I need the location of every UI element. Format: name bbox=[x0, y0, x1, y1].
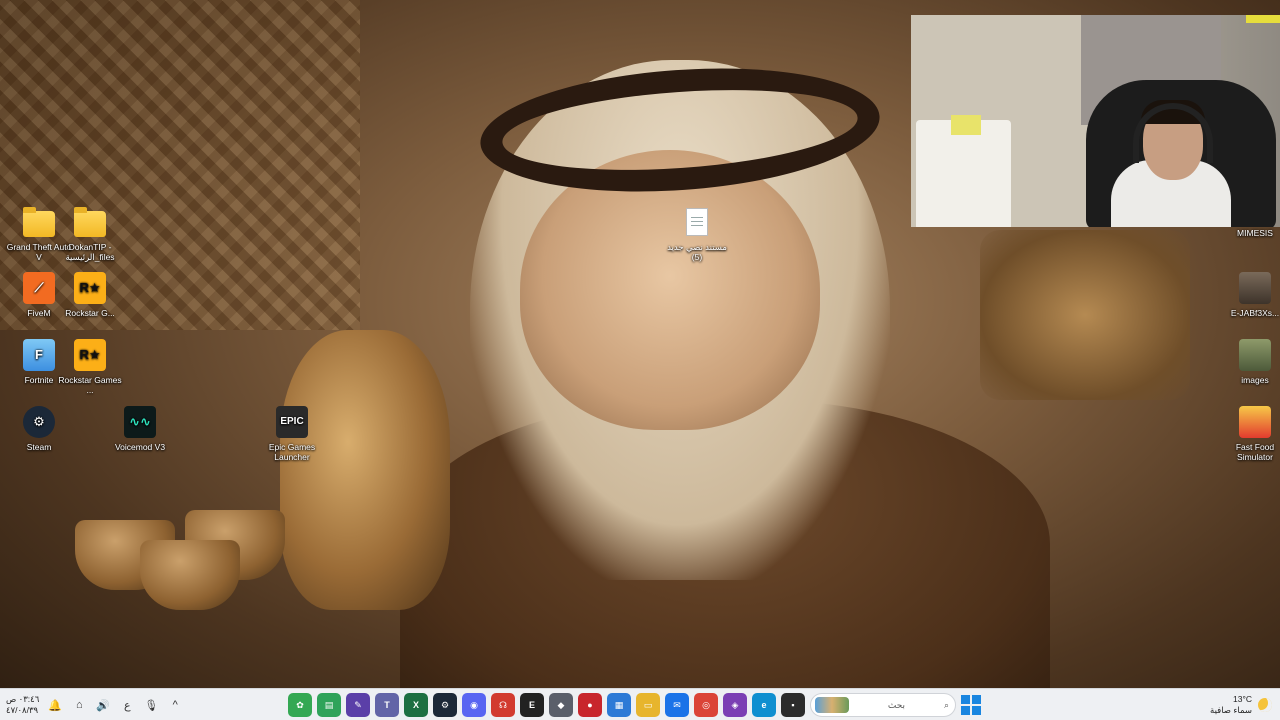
desktop-icon-voicemod[interactable]: ∿∿ Voicemod V3 bbox=[105, 406, 175, 452]
desktop-icon-label: images bbox=[1241, 375, 1269, 385]
store-app-icon[interactable]: ▦ bbox=[607, 693, 631, 717]
language-indicator[interactable]: ع bbox=[119, 697, 135, 713]
notes-app-icon[interactable]: ▤ bbox=[317, 693, 341, 717]
clock-date: ٤٧/٠٨/٣٩ bbox=[6, 705, 39, 715]
volume-icon[interactable]: 🔊 bbox=[95, 697, 111, 713]
network-icon[interactable]: ⌂ bbox=[71, 697, 87, 713]
discord-app-icon[interactable]: ◉ bbox=[462, 693, 486, 717]
explorer-app-icon[interactable]: ▭ bbox=[636, 693, 660, 717]
webcam-bag-tag bbox=[951, 115, 981, 135]
webcam-yellow-corner bbox=[1246, 15, 1280, 23]
desktop-icon-fast-food-simulator[interactable]: Fast Food Simulator bbox=[1220, 406, 1280, 462]
microphone-icon[interactable]: 🎙 bbox=[143, 697, 159, 713]
show-hidden-icons-chevron-icon[interactable]: ^ bbox=[167, 697, 183, 713]
epic-games-icon: EPIC bbox=[276, 406, 308, 438]
windows-logo-pane bbox=[972, 695, 981, 704]
desktop-icon-dokan[interactable]: DokanTIP - الرئيسية_files bbox=[55, 207, 125, 262]
desktop-icon-label: Steam bbox=[26, 442, 52, 452]
fortnite-icon: F bbox=[23, 339, 55, 371]
search-placeholder: بحث bbox=[887, 699, 906, 710]
search-icon: ⌕ bbox=[943, 699, 949, 710]
wallpaper-figure-face bbox=[520, 150, 820, 430]
windows-logo-pane bbox=[961, 706, 970, 715]
desktop-icon-label: DokanTIP - الرئيسية_files bbox=[65, 242, 115, 262]
desktop-icon-mimesis[interactable]: MIMESIS bbox=[1220, 228, 1280, 238]
pen-app-icon[interactable]: ✎ bbox=[346, 693, 370, 717]
weather-widget[interactable]: 13°C سماء صافية bbox=[1210, 692, 1272, 718]
weather-temp: 13°C bbox=[1233, 694, 1252, 704]
image-thumbnail-icon bbox=[1239, 272, 1271, 304]
clock-time: ٠٣:٤٦ ص bbox=[6, 694, 40, 704]
desktop-icon-label: Epic Games Launcher bbox=[268, 442, 316, 462]
chrome-app-icon[interactable]: ◎ bbox=[694, 693, 718, 717]
game-app-icon[interactable]: ● bbox=[578, 693, 602, 717]
webcam-overlay bbox=[911, 15, 1280, 227]
desktop-icon-label: مستند نصي جديد (5) bbox=[667, 242, 727, 262]
desktop-icon-new-text-document[interactable]: مستند نصي جديد (5) bbox=[662, 206, 732, 262]
folder-icon bbox=[23, 207, 55, 237]
fivem-icon: ⟋ bbox=[23, 272, 55, 304]
desktop-icon-label: E-JABf3Xs... bbox=[1230, 308, 1280, 318]
windows-logo-pane bbox=[972, 706, 981, 715]
desktop-icon-ejab[interactable]: E-JABf3Xs... bbox=[1220, 272, 1280, 318]
system-tray: ٠٣:٤٦ ص ٤٧/٠٨/٣٩ 🔔 ⌂ 🔊 ع 🎙 ^ bbox=[6, 692, 183, 718]
weather-text: 13°C سماء صافية bbox=[1210, 694, 1252, 716]
taskbar-clock[interactable]: ٠٣:٤٦ ص ٤٧/٠٨/٣٩ bbox=[6, 694, 39, 716]
mail-app-icon[interactable]: ✉ bbox=[665, 693, 689, 717]
start-button[interactable] bbox=[961, 695, 981, 715]
wallpaper-coffee-pot bbox=[280, 330, 450, 610]
taskbar-apps: ✿ ▤ ✎ T X ⚙ ◉ ☊ E ◆ ● ▦ ▭ ✉ ◎ ◈ e ▪ بحث ⌕ bbox=[288, 692, 981, 718]
widgets-app-icon[interactable]: ✿ bbox=[288, 693, 312, 717]
taskbar: ٠٣:٤٦ ص ٤٧/٠٨/٣٩ 🔔 ⌂ 🔊 ع 🎙 ^ ✿ ▤ ✎ T X ⚙ ◉ ☊ E ◆ ●… bbox=[0, 688, 1280, 720]
desktop-icon-rockstar-g[interactable]: R★ Rockstar G... bbox=[55, 272, 125, 318]
rockstar-icon: R★ bbox=[74, 339, 106, 371]
terminal-app-icon[interactable]: ▪ bbox=[781, 693, 805, 717]
fast-food-simulator-icon bbox=[1239, 406, 1271, 438]
desktop-icon-epic[interactable]: EPIC Epic Games Launcher bbox=[257, 406, 327, 462]
desktop-icon-rockstar-games[interactable]: R★ Rockstar Games ... bbox=[55, 339, 125, 395]
vpn-app-icon[interactable]: ◈ bbox=[723, 693, 747, 717]
voicemod-icon: ∿∿ bbox=[124, 406, 156, 438]
folder-icon bbox=[74, 207, 106, 237]
desktop-icon-label: Voicemod V3 bbox=[114, 442, 166, 452]
desktop-icon-label: Rockstar G... bbox=[65, 308, 115, 318]
taskbar-search-box[interactable]: بحث ⌕ bbox=[810, 693, 956, 717]
search-highlight-thumbnail bbox=[815, 697, 849, 713]
weather-desc: سماء صافية bbox=[1210, 705, 1252, 715]
cube-app-icon[interactable]: ◆ bbox=[549, 693, 573, 717]
desktop-icon-label: Rockstar Games ... bbox=[58, 375, 122, 395]
excel-app-icon[interactable]: X bbox=[404, 693, 428, 717]
notification-bell-icon[interactable]: 🔔 bbox=[47, 697, 63, 713]
steam-app-icon[interactable]: ⚙ bbox=[433, 693, 457, 717]
moon-icon bbox=[1258, 698, 1272, 712]
headset-app-icon[interactable]: ☊ bbox=[491, 693, 515, 717]
desktop-icon-label: MIMESIS bbox=[1237, 228, 1273, 238]
desktop-icon-steam[interactable]: ⚙ Steam bbox=[4, 406, 74, 452]
edge-app-icon[interactable]: e bbox=[752, 693, 776, 717]
rockstar-icon: R★ bbox=[74, 272, 106, 304]
webcam-paper-bag bbox=[916, 120, 1011, 227]
steam-icon: ⚙ bbox=[23, 406, 55, 438]
wallpaper-cup bbox=[140, 540, 240, 610]
epic-app-icon[interactable]: E bbox=[520, 693, 544, 717]
teams-app-icon[interactable]: T bbox=[375, 693, 399, 717]
image-thumbnail-icon bbox=[1239, 339, 1271, 371]
wallpaper-lantern bbox=[980, 230, 1190, 400]
text-document-icon bbox=[686, 208, 708, 236]
desktop-icon-label: Fast Food Simulator bbox=[1235, 442, 1275, 462]
windows-logo-pane bbox=[961, 695, 970, 704]
desktop-icon-images[interactable]: images bbox=[1220, 339, 1280, 385]
